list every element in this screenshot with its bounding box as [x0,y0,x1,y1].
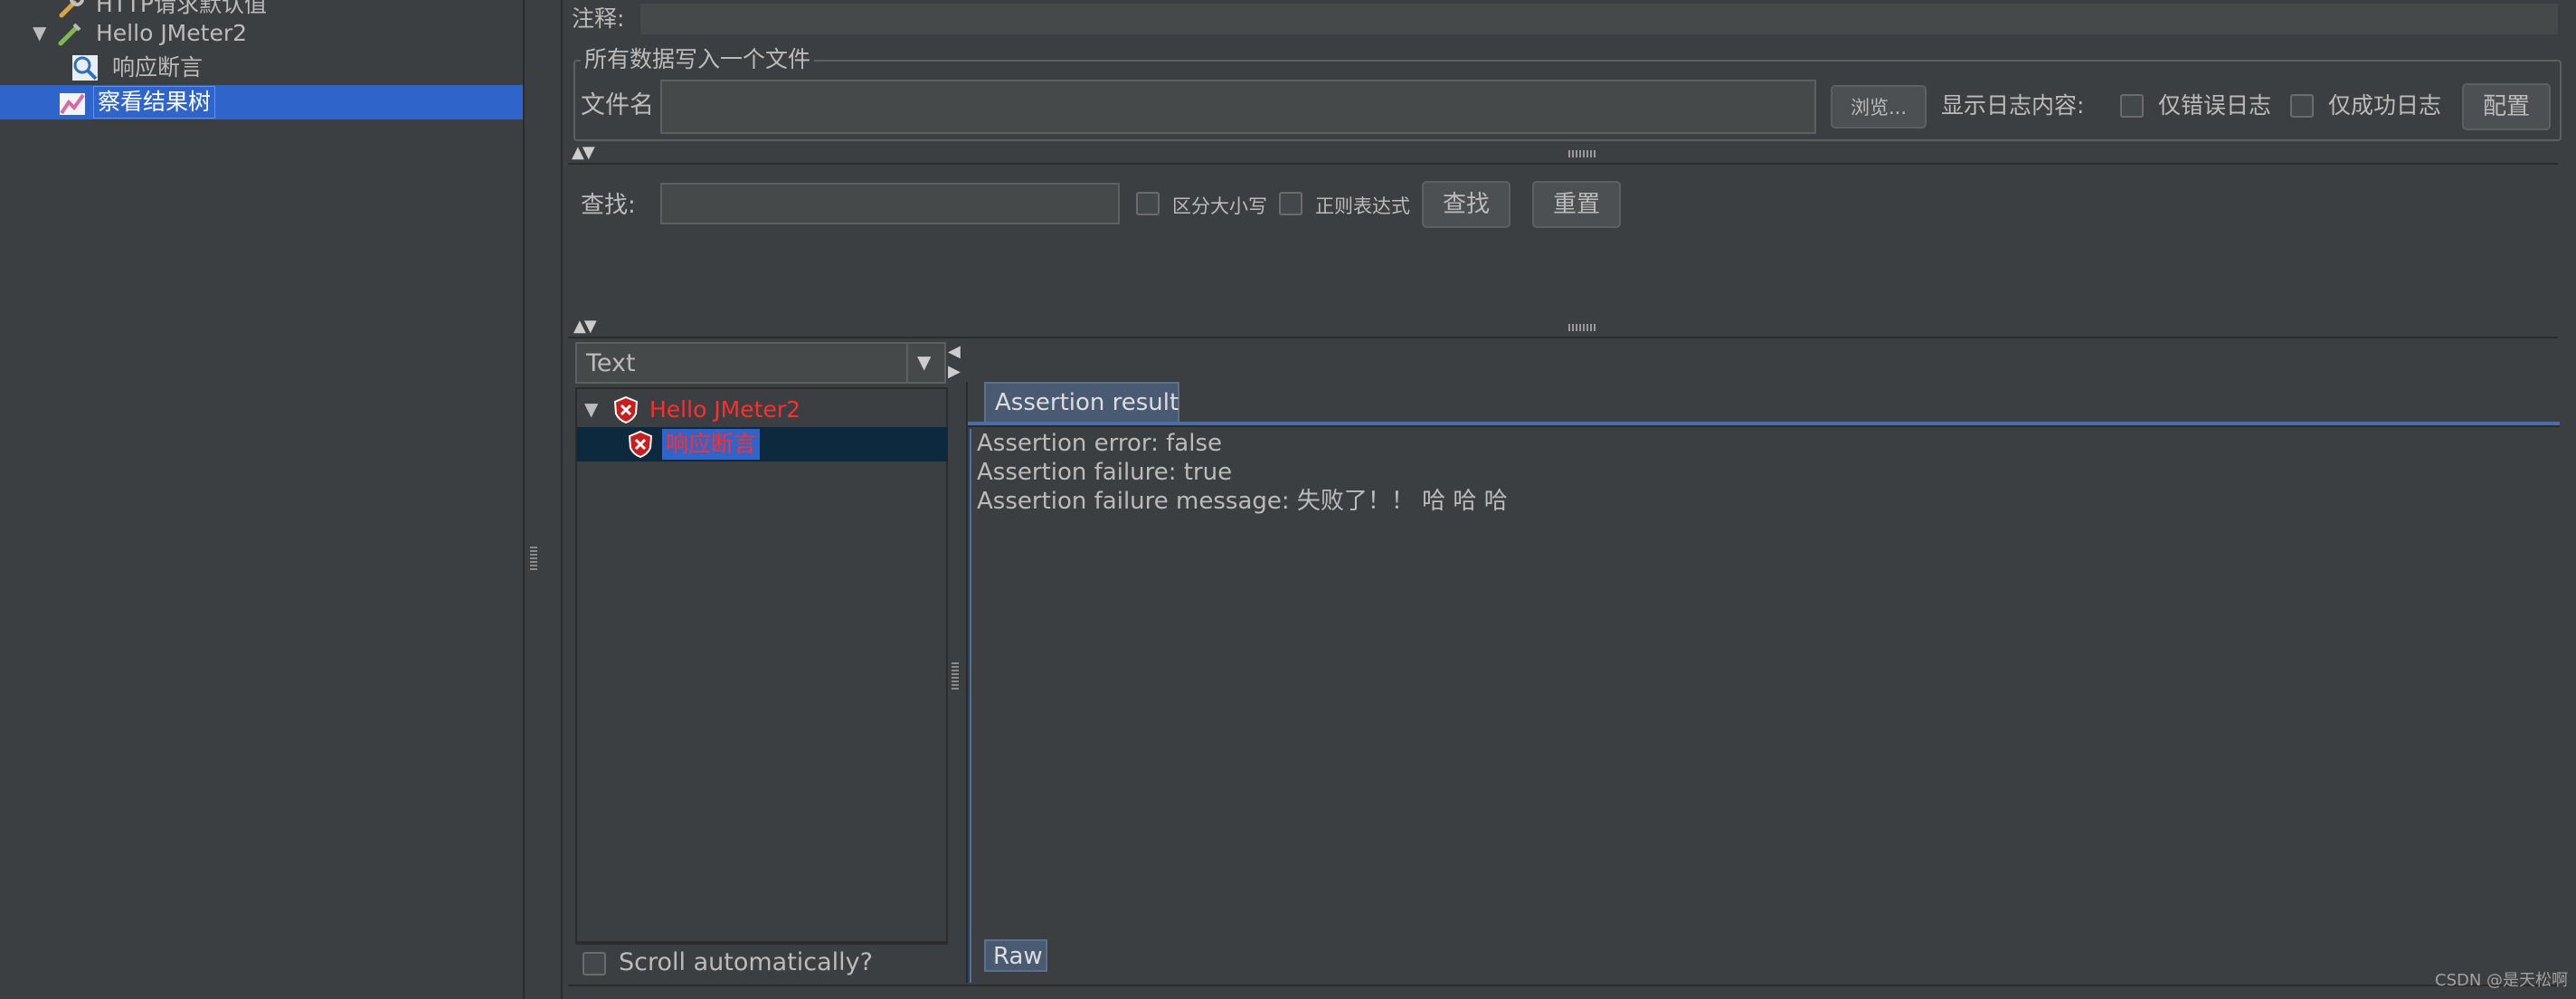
case-sensitive-checkbox[interactable] [1136,192,1160,215]
case-sensitive-label: 区分大小写 [1172,195,1267,217]
expand-arrow-icon[interactable]: ▼ [33,22,46,43]
filename-label: 文件名 [581,91,654,119]
result-panel: Assertion result Assertion error: false … [966,382,2560,983]
tab-raw[interactable]: Raw [984,939,1047,972]
filename-input[interactable] [660,80,1816,134]
find-button[interactable]: 查找 [1422,181,1511,228]
assertion-failure-line: Assertion failure: true [977,459,1233,486]
error-shield-icon [611,395,640,424]
divider-grip[interactable] [530,547,537,572]
select-divider [906,344,908,382]
watermark: CSDN @是天松啊 [2435,971,2569,990]
tree-item-label: 察看结果树 [92,86,216,119]
collapse-left-icon[interactable]: ◀ ▶ [948,342,961,382]
regex-checkbox[interactable] [1279,192,1302,215]
expand-arrow-icon[interactable]: ▼ [584,398,598,420]
split-grip[interactable] [1568,150,1596,157]
reset-button[interactable]: 重置 [1532,181,1621,228]
renderer-selected-value: Text [586,349,636,377]
test-plan-tree[interactable]: HTTP请求默认值 ▼ Hello JMeter2 响应断言 察看结果树 [0,0,523,999]
separator [575,943,948,945]
config-button[interactable]: 配置 [2462,83,2551,130]
scroll-auto-checkbox[interactable] [582,952,606,975]
renderer-select[interactable]: Text ▼ [575,342,946,384]
error-only-checkbox[interactable] [2120,94,2144,118]
tree-item-label: Hello JMeter2 [96,20,248,46]
result-tree-label: Hello JMeter2 [649,396,801,423]
pipette-icon [56,19,85,48]
chevron-down-icon[interactable]: ▼ [917,351,931,373]
file-section-title: 所有数据写入一个文件 [581,45,815,74]
comment-label: 注释: [572,5,625,32]
search-input[interactable] [660,183,1120,224]
success-only-checkbox[interactable] [2290,94,2314,118]
split-collapse-arrows[interactable]: ▲▼ [573,317,597,336]
error-only-label: 仅错误日志 [2158,92,2272,119]
separator [568,337,2558,338]
success-only-label: 仅成功日志 [2328,92,2442,119]
tab-label: Raw [993,943,1043,970]
tab-assertion-result[interactable]: Assertion result [984,382,1179,422]
chart-icon [58,88,87,117]
tree-item-response-assertion[interactable]: 响应断言 [0,51,523,85]
panel-border [543,0,563,999]
split-pane-divider[interactable] [523,0,543,999]
split-collapse-arrows[interactable]: ▲▼ [572,143,595,162]
assertion-result-text: Assertion error: false Assertion failure… [971,429,2556,925]
tree-item-hello-jmeter2[interactable]: ▼ Hello JMeter2 [0,16,523,51]
result-tree-item[interactable]: ▼ Hello JMeter2 [577,393,948,427]
search-label: 查找: [581,192,636,219]
tree-item-label: 响应断言 [112,54,204,81]
assertion-message-line: Assertion failure message: 失败了！！ 哈 哈 哈 [977,488,1508,515]
regex-label: 正则表达式 [1315,195,1410,217]
result-tree-label: 响应断言 [662,429,761,460]
tree-item-view-results-tree[interactable]: 察看结果树 [0,85,523,119]
comment-input[interactable] [640,4,2558,34]
separator [568,985,2558,986]
show-log-label: 显示日志内容: [1941,92,2085,119]
error-shield-icon [626,430,655,459]
assertion-error-line: Assertion error: false [977,430,1222,457]
separator [968,425,2560,427]
split-grip[interactable] [1568,324,1596,331]
divider-grip[interactable] [952,662,959,690]
result-tree-panel[interactable]: ▼ Hello JMeter2 响应断言 [575,387,948,943]
browse-button[interactable]: 浏览... [1831,85,1927,128]
magnifier-icon [71,53,99,82]
separator [568,163,2558,165]
tab-label: Assertion result [995,389,1179,416]
scroll-auto-label: Scroll automatically? [619,948,873,976]
result-tree-item-selected[interactable]: 响应断言 [577,427,948,461]
